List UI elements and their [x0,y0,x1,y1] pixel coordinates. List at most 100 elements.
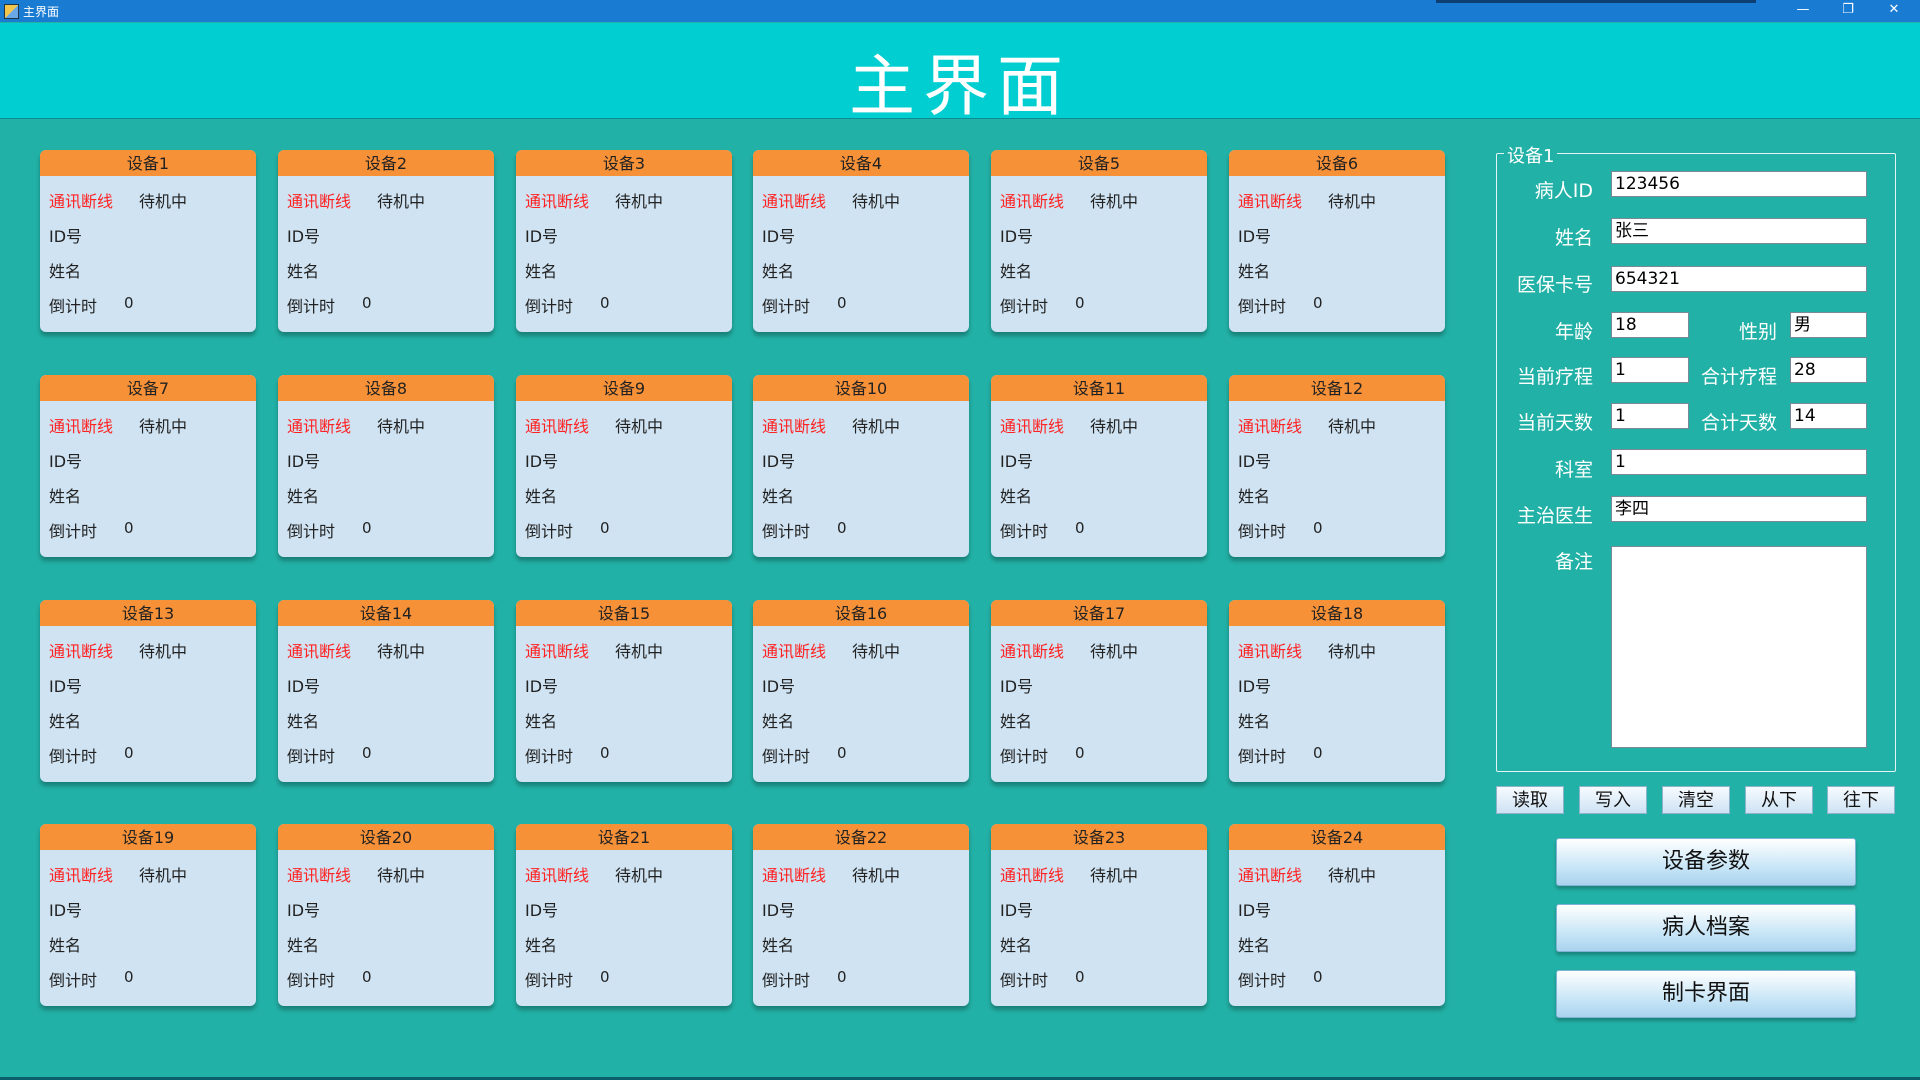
name-field[interactable]: 张三 [1611,218,1867,244]
countdown-label: 倒计时 [525,747,574,766]
countdown-value: 0 [1075,519,1085,537]
go-down-button[interactable]: 往下 [1827,786,1895,814]
device-card-title: 设备16 [753,600,969,626]
id-label: ID号 [49,227,83,246]
device-card[interactable]: 设备8 通讯断线 待机中 ID号 姓名 倒计时 0 [278,375,494,557]
countdown-value: 0 [1313,294,1323,312]
from-below-button[interactable]: 从下 [1745,786,1813,814]
run-status: 待机中 [852,866,901,885]
name-label: 姓名 [525,262,558,281]
device-card[interactable]: 设备20 通讯断线 待机中 ID号 姓名 倒计时 0 [278,824,494,1006]
device-card[interactable]: 设备1 通讯断线 待机中 ID号 姓名 倒计时 0 [40,150,256,332]
name-label: 姓名 [762,936,795,955]
device-card[interactable]: 设备10 通讯断线 待机中 ID号 姓名 倒计时 0 [753,375,969,557]
read-button[interactable]: 读取 [1496,786,1564,814]
countdown-label: 倒计时 [49,971,98,990]
run-status: 待机中 [615,417,664,436]
insurance-no-field[interactable]: 654321 [1611,266,1867,292]
id-label: ID号 [1000,901,1034,920]
countdown-label: 倒计时 [762,297,811,316]
clear-button[interactable]: 清空 [1662,786,1730,814]
patient-records-button[interactable]: 病人档案 [1556,904,1856,952]
device-card[interactable]: 设备21 通讯断线 待机中 ID号 姓名 倒计时 0 [516,824,732,1006]
device-card[interactable]: 设备11 通讯断线 待机中 ID号 姓名 倒计时 0 [991,375,1207,557]
countdown-label: 倒计时 [1238,747,1287,766]
comm-status: 通讯断线 [525,192,590,211]
device-card[interactable]: 设备16 通讯断线 待机中 ID号 姓名 倒计时 0 [753,600,969,782]
device-card[interactable]: 设备7 通讯断线 待机中 ID号 姓名 倒计时 0 [40,375,256,557]
restore-button[interactable]: ❐ [1826,0,1870,22]
id-label: ID号 [1238,677,1272,696]
run-status: 待机中 [1328,642,1377,661]
device-card[interactable]: 设备12 通讯断线 待机中 ID号 姓名 倒计时 0 [1229,375,1445,557]
id-label: ID号 [1000,227,1034,246]
device-card[interactable]: 设备17 通讯断线 待机中 ID号 姓名 倒计时 0 [991,600,1207,782]
name-label: 姓名 [287,712,320,731]
device-params-button[interactable]: 设备参数 [1556,838,1856,886]
device-card[interactable]: 设备4 通讯断线 待机中 ID号 姓名 倒计时 0 [753,150,969,332]
comm-status: 通讯断线 [525,417,590,436]
doctor-field[interactable]: 李四 [1611,496,1867,522]
name-label: 姓名 [1000,712,1033,731]
total-days-field[interactable]: 14 [1790,403,1867,429]
countdown-value: 0 [600,968,610,986]
device-card[interactable]: 设备22 通讯断线 待机中 ID号 姓名 倒计时 0 [753,824,969,1006]
device-card-title: 设备23 [991,824,1207,850]
device-card[interactable]: 设备13 通讯断线 待机中 ID号 姓名 倒计时 0 [40,600,256,782]
device-card-title: 设备7 [40,375,256,401]
countdown-value: 0 [837,294,847,312]
comm-status: 通讯断线 [762,417,827,436]
device-card[interactable]: 设备2 通讯断线 待机中 ID号 姓名 倒计时 0 [278,150,494,332]
device-card[interactable]: 设备5 通讯断线 待机中 ID号 姓名 倒计时 0 [991,150,1207,332]
total-course-field[interactable]: 28 [1790,357,1867,383]
card-making-button[interactable]: 制卡界面 [1556,970,1856,1018]
device-card-title: 设备17 [991,600,1207,626]
current-days-field[interactable]: 1 [1611,403,1689,429]
device-card[interactable]: 设备6 通讯断线 待机中 ID号 姓名 倒计时 0 [1229,150,1445,332]
device-card[interactable]: 设备14 通讯断线 待机中 ID号 姓名 倒计时 0 [278,600,494,782]
remark-label: 备注 [1554,551,1593,573]
id-label: ID号 [1000,452,1034,471]
run-status: 待机中 [139,642,188,661]
countdown-label: 倒计时 [49,522,98,541]
device-card[interactable]: 设备19 通讯断线 待机中 ID号 姓名 倒计时 0 [40,824,256,1006]
name-label: 姓名 [1238,936,1271,955]
patient-id-field[interactable]: 123456 [1611,171,1867,197]
doctor-label: 主治医生 [1516,505,1593,527]
device-card[interactable]: 设备24 通讯断线 待机中 ID号 姓名 倒计时 0 [1229,824,1445,1006]
countdown-value: 0 [600,519,610,537]
department-field[interactable]: 1 [1611,449,1867,475]
device-card-title: 设备19 [40,824,256,850]
comm-status: 通讯断线 [762,642,827,661]
age-label: 年龄 [1554,321,1593,343]
comm-status: 通讯断线 [525,642,590,661]
countdown-label: 倒计时 [1238,522,1287,541]
device-card[interactable]: 设备23 通讯断线 待机中 ID号 姓名 倒计时 0 [991,824,1207,1006]
countdown-value: 0 [837,744,847,762]
device-card[interactable]: 设备9 通讯断线 待机中 ID号 姓名 倒计时 0 [516,375,732,557]
close-button[interactable]: ✕ [1872,0,1916,22]
gender-field[interactable]: 男 [1790,312,1867,338]
run-status: 待机中 [615,642,664,661]
run-status: 待机中 [852,192,901,211]
device-card[interactable]: 设备15 通讯断线 待机中 ID号 姓名 倒计时 0 [516,600,732,782]
countdown-label: 倒计时 [287,297,336,316]
countdown-label: 倒计时 [49,747,98,766]
device-card[interactable]: 设备3 通讯断线 待机中 ID号 姓名 倒计时 0 [516,150,732,332]
remark-textarea[interactable] [1611,546,1867,748]
write-button[interactable]: 写入 [1579,786,1647,814]
run-status: 待机中 [377,642,426,661]
age-field[interactable]: 18 [1611,312,1689,338]
minimize-button[interactable]: — [1781,0,1825,22]
countdown-value: 0 [124,968,134,986]
current-course-field[interactable]: 1 [1611,357,1689,383]
patient-id-label: 病人ID [1534,180,1593,202]
countdown-value: 0 [124,294,134,312]
run-status: 待机中 [1090,642,1139,661]
device-card-title: 设备6 [1229,150,1445,176]
id-label: ID号 [49,901,83,920]
comm-status: 通讯断线 [1000,642,1065,661]
name-label: 姓名 [1000,487,1033,506]
device-card[interactable]: 设备18 通讯断线 待机中 ID号 姓名 倒计时 0 [1229,600,1445,782]
comm-status: 通讯断线 [762,866,827,885]
